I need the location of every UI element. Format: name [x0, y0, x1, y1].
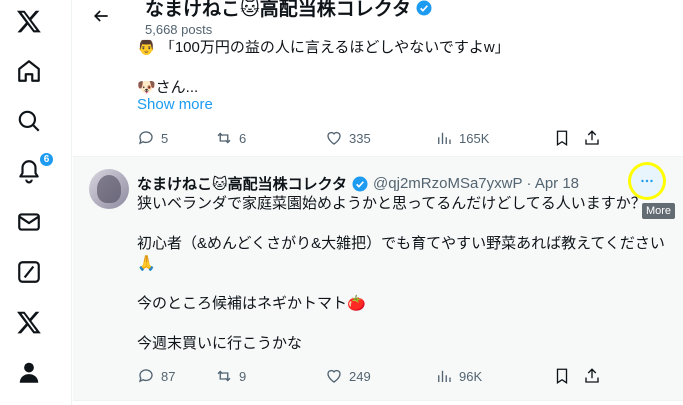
- profile-header: なまけねこ🐱高配当株コレクタ 5,668 posts: [73, 0, 683, 40]
- views-icon: [438, 132, 451, 144]
- repost-count: 9: [239, 368, 247, 384]
- messages-icon[interactable]: [10, 203, 48, 241]
- views-count: 165K: [459, 130, 490, 146]
- reply-button[interactable]: 87: [137, 367, 215, 385]
- repost-icon: [217, 132, 231, 144]
- share-icon: [585, 368, 599, 383]
- views-button[interactable]: 165K: [435, 129, 553, 147]
- like-count: 335: [349, 130, 371, 146]
- repost-icon: [217, 370, 231, 382]
- views-icon: [438, 370, 451, 382]
- verified-badge-icon: [352, 176, 368, 191]
- tweet-2-text: 狭いベランダで家庭菜園始めようかと思ってるんだけどしてる人いますか？ 初心者（&…: [137, 194, 673, 374]
- like-count: 249: [349, 368, 371, 384]
- tweet-paragraph: 初心者（&めんどくさがり&大雑把）でも育てやすい野菜あれば教えてください🙏: [137, 235, 665, 272]
- tweet-1[interactable]: 👨 「100万円の益の人に言えるほどしやないですよw」 🐶さん... Show …: [73, 36, 683, 157]
- tweet-date[interactable]: · Apr 18: [526, 175, 579, 192]
- back-button[interactable]: [89, 4, 113, 28]
- tweet-paragraph: 今のところ候補はネギかトマト🍅: [137, 295, 366, 312]
- header-name: なまけねこ🐱高配当株コレクタ: [145, 0, 412, 20]
- left-nav: 6: [0, 0, 72, 405]
- search-icon[interactable]: [10, 102, 48, 140]
- reply-icon: [138, 131, 153, 145]
- grok-icon[interactable]: [10, 253, 48, 291]
- views-count: 96K: [459, 368, 483, 384]
- author-handle[interactable]: @qj2mRzoMSa7yxwP: [373, 175, 522, 192]
- show-more-link[interactable]: Show more: [137, 96, 213, 113]
- page-title: なまけねこ🐱高配当株コレクタ: [145, 0, 433, 21]
- share-button[interactable]: [583, 129, 603, 147]
- tweet-2-header: なまけねこ🐱高配当株コレクタ @qj2mRzoMSa7yxwP · Apr 18: [137, 173, 579, 194]
- posts-count: 5,668 posts: [145, 22, 213, 37]
- bookmark-button[interactable]: [553, 367, 583, 385]
- bookmark-icon: [556, 130, 568, 147]
- heart-icon: [327, 131, 341, 145]
- heart-icon: [327, 369, 341, 383]
- reply-button[interactable]: 5: [137, 129, 215, 147]
- repost-button[interactable]: 9: [215, 367, 325, 385]
- reply-count: 5: [161, 130, 169, 146]
- reply-count: 87: [161, 368, 176, 384]
- profile-icon[interactable]: [10, 354, 48, 392]
- tweet-1-actions: 5 6 335 165K: [137, 128, 669, 148]
- share-button[interactable]: [583, 367, 603, 385]
- repost-count: 6: [239, 130, 247, 146]
- avatar[interactable]: [89, 169, 129, 209]
- share-icon: [585, 130, 599, 145]
- back-arrow-icon: [93, 10, 108, 22]
- premium-x-icon[interactable]: [10, 303, 48, 341]
- reply-icon: [138, 369, 153, 383]
- author-name[interactable]: なまけねこ🐱高配当株コレクタ: [137, 173, 347, 194]
- tweet-1-text-line-2: 🐶さん...: [137, 79, 199, 96]
- repost-button[interactable]: 6: [215, 129, 325, 147]
- verified-badge-icon: [416, 0, 432, 15]
- notifications-icon[interactable]: 6: [10, 152, 54, 190]
- home-icon[interactable]: [10, 52, 48, 90]
- bookmark-button[interactable]: [553, 129, 583, 147]
- tweet-2-actions: 87 9 249 96K: [137, 366, 669, 386]
- tweet-paragraph: 狭いベランダで家庭菜園始めようかと思ってるんだけどしてる人いますか？: [137, 195, 646, 212]
- more-dots-icon: [641, 179, 653, 183]
- bookmark-icon: [556, 368, 568, 385]
- more-options-button[interactable]: [631, 165, 663, 197]
- x-logo-icon[interactable]: [10, 2, 48, 40]
- notifications-badge: 6: [39, 152, 54, 167]
- like-button[interactable]: 335: [325, 129, 435, 147]
- like-button[interactable]: 249: [325, 367, 435, 385]
- tweet-paragraph: 今週末買いに行こうかな: [137, 335, 303, 352]
- views-button[interactable]: 96K: [435, 367, 553, 385]
- tweet-2[interactable]: なまけねこ🐱高配当株コレクタ @qj2mRzoMSa7yxwP · Apr 18…: [73, 157, 683, 401]
